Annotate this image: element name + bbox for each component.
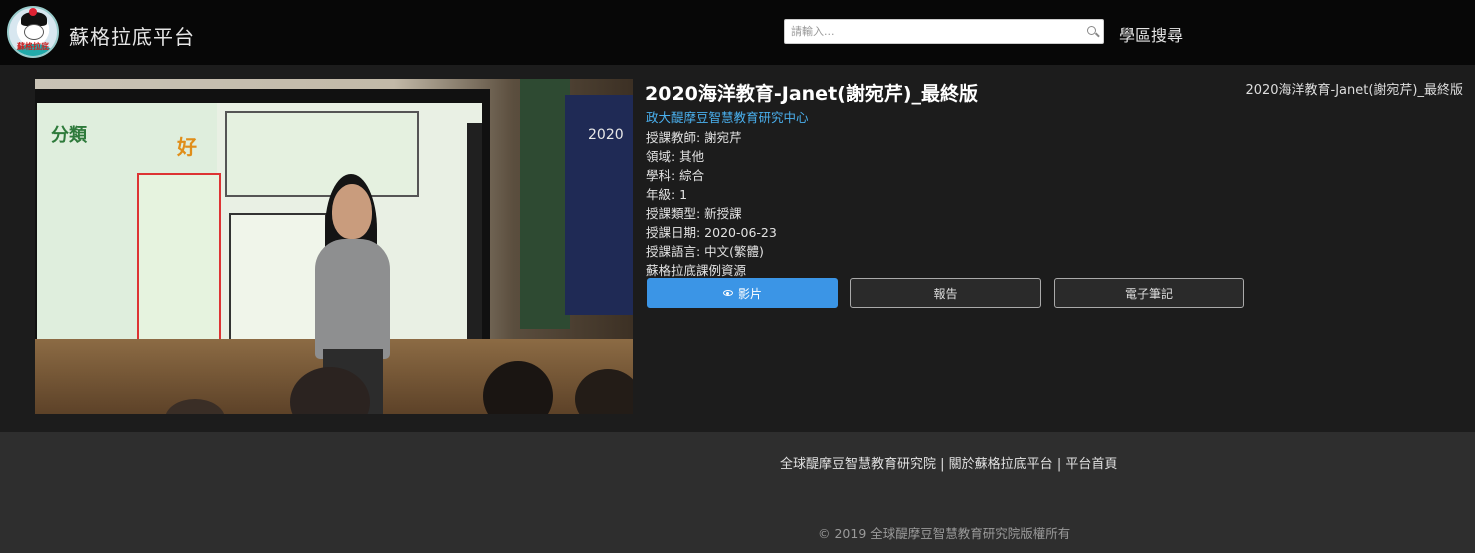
footer-separator: | [1052,457,1066,472]
slide-title: 分類 [51,125,87,146]
grade-field: 年級: 1 [646,187,688,202]
footer-links: 全球醍摩豆智慧教育研究院 | 關於蘇格拉底平台 | 平台首頁 [780,453,1117,472]
copyright-text: © 2019 全球醍摩豆智慧教育研究院版權所有 [818,526,1071,541]
notes-button[interactable]: 電子筆記 [1054,278,1244,308]
lesson-type-field: 授課類型: 新授課 [646,206,742,221]
display-screen: 分類 好 [37,103,482,355]
lesson-title: 2020海洋教育-Janet(謝宛芹)_最終版 [645,83,979,105]
lesson-panel: 2020 分類 好 2020海洋教育-Janet(謝宛芹)_最終版 2020海洋… [0,65,1475,432]
subject-field: 學科: 綜合 [646,168,705,183]
slide-text-box [225,111,419,197]
chalkboard [520,79,570,329]
footer-link-about[interactable]: 關於蘇格拉底平台 [949,457,1053,472]
video-thumbnail[interactable]: 2020 分類 好 [35,79,633,414]
video-button[interactable]: 影片 [647,278,838,308]
report-button-label: 報告 [933,286,958,301]
eye-icon [722,290,733,296]
teacher-head [332,184,372,239]
slide-items-panel [229,213,327,353]
site-title[interactable]: 蘇格拉底平台 [69,21,195,50]
teacher-body [315,239,390,359]
resource-label: 蘇格拉底課例資源 [646,263,747,278]
logo-text: 蘇格拉底 [17,42,49,51]
footer-link-home[interactable]: 平台首頁 [1065,457,1117,472]
slide-recycle-panel [137,173,221,353]
footer-separator: | [936,457,949,472]
lesson-language-field: 授課語言: 中文(繁體) [646,244,764,259]
display-screen-frame: 分類 好 [35,89,490,357]
search-icon[interactable] [1087,26,1096,35]
logo-face-shape [24,24,44,40]
search-input[interactable] [785,20,1075,43]
organization-link[interactable]: 政大醍摩豆智慧教育研究中心 [646,107,809,126]
slide-title-accent: 好 [177,135,197,159]
top-header: 蘇格拉底 蘇格拉底平台 學區搜尋 [0,0,1475,65]
poster-year: 2020 [588,127,624,143]
search-box [784,19,1104,44]
domain-field: 領域: 其他 [646,149,705,164]
notes-button-label: 電子筆記 [1124,286,1173,301]
screen-toolbar [467,123,482,343]
report-button[interactable]: 報告 [850,278,1041,308]
footer-link-institute[interactable]: 全球醍摩豆智慧教育研究院 [780,457,936,472]
platform-logo[interactable]: 蘇格拉底 [7,6,59,58]
lesson-date-field: 授課日期: 2020-06-23 [646,225,777,240]
district-search-link[interactable]: 學區搜尋 [1119,22,1183,46]
video-button-label: 影片 [737,286,762,301]
teacher-field: 授課教師: 謝宛芹 [646,130,742,145]
lesson-title-secondary: 2020海洋教育-Janet(謝宛芹)_最終版 [1245,83,1463,98]
